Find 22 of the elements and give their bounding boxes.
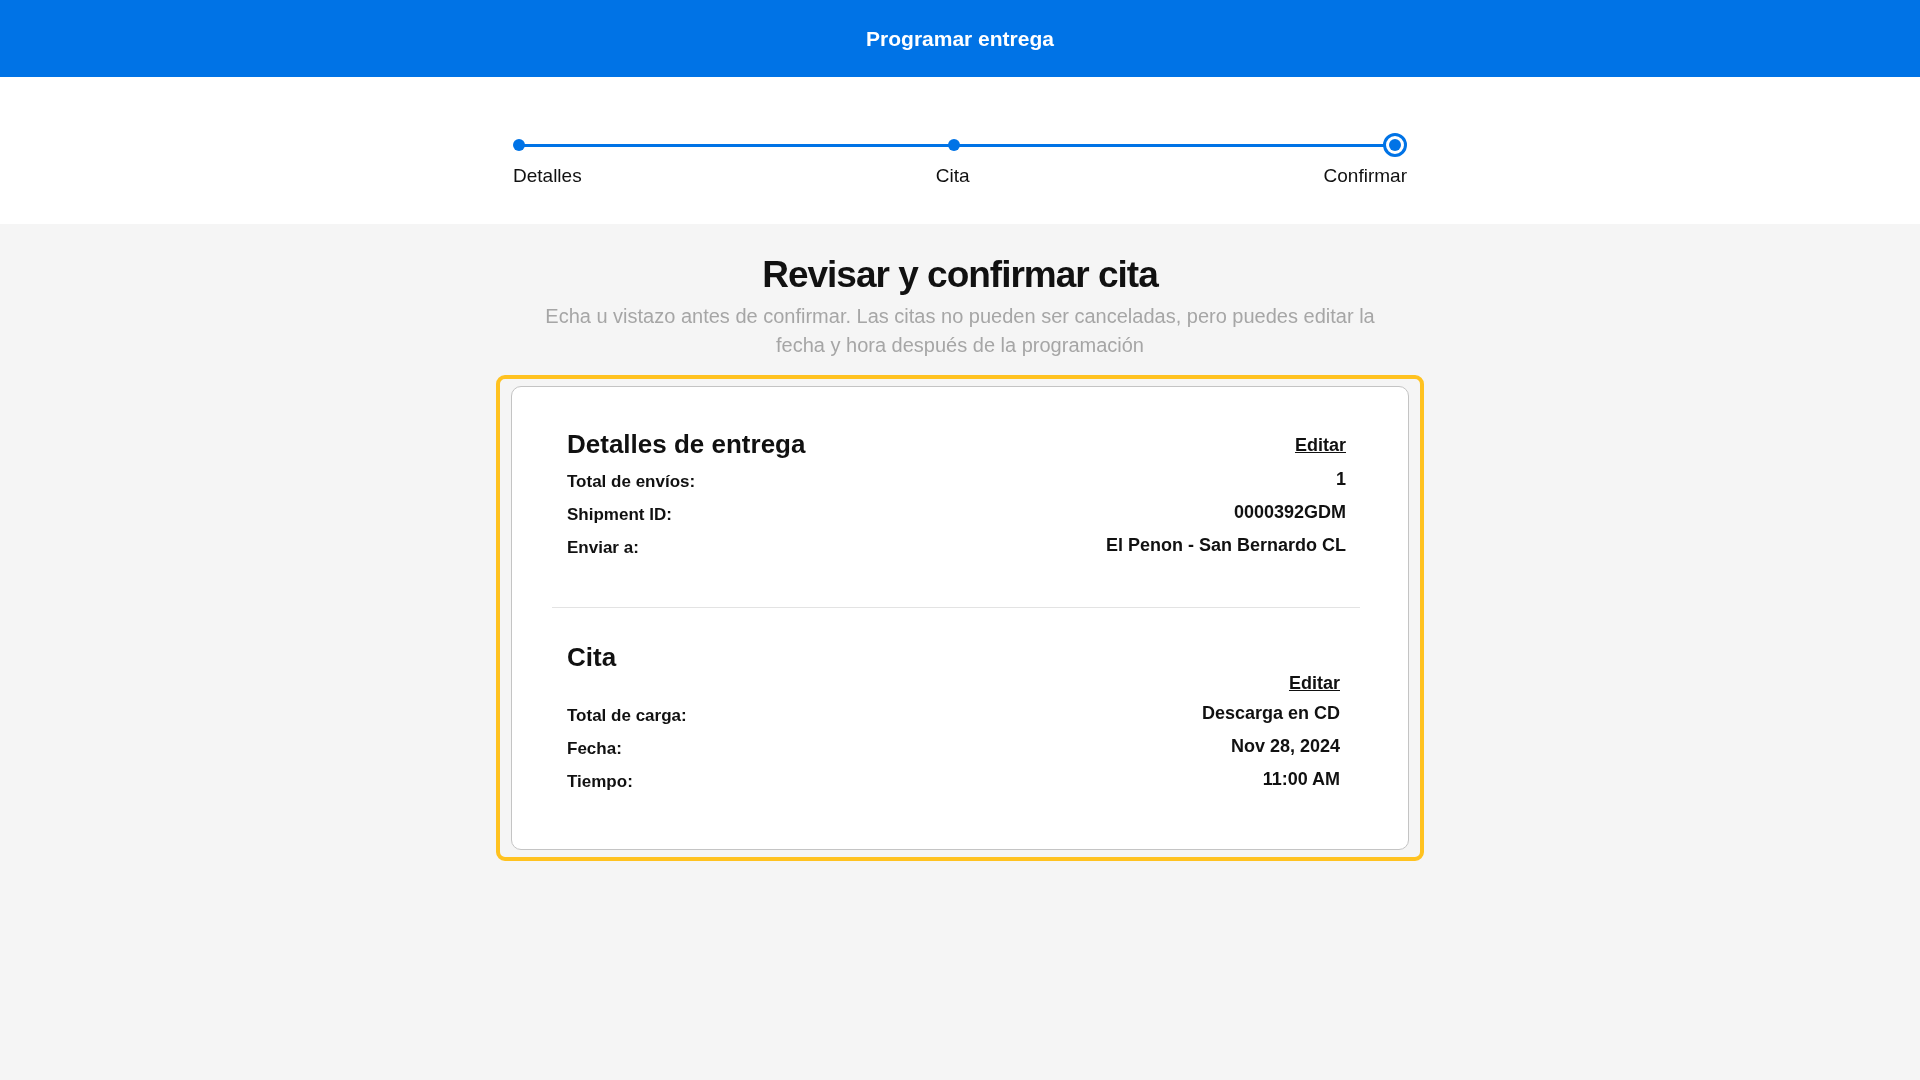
field-value: Descarga en CD (1201, 703, 1340, 724)
field-value: 0000392GDM (1233, 502, 1346, 523)
field-label: Enviar a: (567, 538, 639, 558)
field-value: 11:00 AM (1262, 769, 1340, 790)
field-label: Total de carga: (567, 706, 687, 726)
section-title: Detalles de entrega (567, 429, 806, 460)
step-label: Confirmar (1323, 165, 1407, 187)
field-value: El Penon - San Bernardo CL (1105, 535, 1346, 556)
page-description: Echa u vistazo antes de confirmar. Las citas no pueden ser canceladas, pero puedes editar la fecha y hora después de la programación (545, 304, 1375, 358)
field-label: Tiempo: (567, 772, 633, 792)
field-value: 1 (1336, 469, 1346, 490)
field-label: Total de envíos: (567, 472, 696, 492)
edit-link[interactable]: Editar (1295, 435, 1346, 456)
field-label: Fecha: (567, 739, 622, 759)
edit-link[interactable]: Editar (1289, 673, 1340, 694)
page-heading: Revisar y confirmar cita (761, 254, 1160, 296)
page-title: Programar entrega (866, 26, 1054, 51)
section-title: Cita (567, 642, 618, 673)
step-label: Detalles (513, 165, 582, 187)
step-label: Cita (935, 165, 970, 187)
field-value: Nov 28, 2024 (1230, 736, 1340, 757)
field-label: Shipment ID: (567, 505, 672, 525)
